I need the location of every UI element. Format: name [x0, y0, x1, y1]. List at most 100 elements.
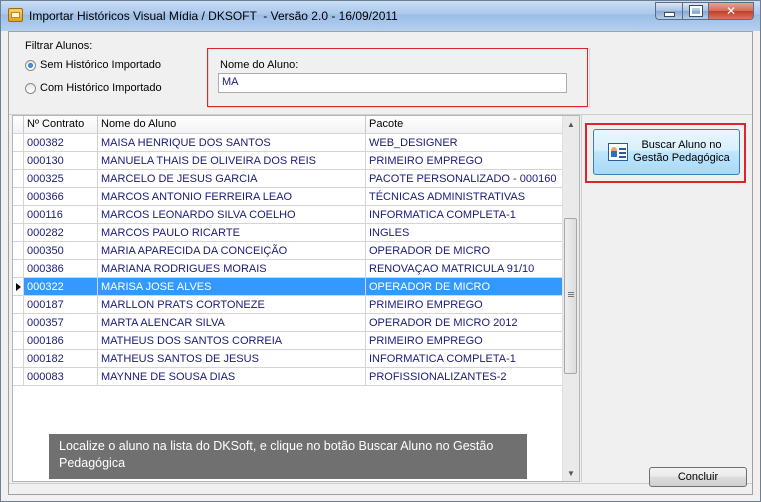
cell-nome[interactable]: MAYNNE DE SOUSA DIAS — [98, 368, 366, 386]
row-indicator — [13, 350, 24, 368]
bottom-divider — [9, 483, 752, 484]
row-indicator — [13, 206, 24, 224]
cell-pacote[interactable]: INFORMATICA COMPLETA-1 — [366, 350, 564, 368]
table-row[interactable]: 000366 MARCOS ANTONIO FERREIRA LEAO TÉCNIC… — [13, 188, 564, 206]
buscar-aluno-label: Buscar Aluno no Gestão Pedagógica — [633, 139, 730, 164]
students-grid[interactable]: Nº Contrato Nome do Aluno Pacote 000382 M… — [12, 115, 580, 482]
cell-pacote[interactable]: PRIMEIRO EMPREGO — [366, 152, 564, 170]
indicator-header — [13, 116, 24, 133]
cell-pacote[interactable]: PRIMEIRO EMPREGO — [366, 332, 564, 350]
cell-pacote[interactable]: WEB_DESIGNER — [366, 134, 564, 152]
cell-nome[interactable]: MARISA JOSE ALVES — [98, 278, 366, 296]
row-indicator — [13, 260, 24, 278]
row-indicator — [13, 224, 24, 242]
grid-scrollbar[interactable]: ▲ ▼ — [562, 116, 579, 481]
cell-pacote[interactable]: RENOVAÇAO MATRICULA 91/10 — [366, 260, 564, 278]
cell-contrato[interactable]: 000350 — [24, 242, 98, 260]
cell-contrato[interactable]: 000382 — [24, 134, 98, 152]
name-search-input[interactable]: MA — [218, 73, 567, 93]
cell-nome[interactable]: MANUELA THAIS DE OLIVEIRA DOS REIS — [98, 152, 366, 170]
scroll-up-arrow-icon[interactable]: ▲ — [563, 116, 579, 132]
table-row[interactable]: 000386 MARIANA RODRIGUES MORAIS RENOVAÇAO … — [13, 260, 564, 278]
row-indicator — [13, 134, 24, 152]
filter-group: Filtrar Alunos: Sem Histórico Importado … — [23, 40, 203, 106]
cell-nome[interactable]: MATHEUS DOS SANTOS CORREIA — [98, 332, 366, 350]
cell-nome[interactable]: MARLLON PRATS CORTONEZE — [98, 296, 366, 314]
instruction-tooltip: Localize o aluno na lista do DKSoft, e c… — [49, 434, 527, 479]
column-header-contrato[interactable]: Nº Contrato — [24, 116, 98, 133]
close-button[interactable]: ✕ — [708, 2, 754, 20]
cell-pacote[interactable]: PRIMEIRO EMPREGO — [366, 296, 564, 314]
cell-pacote[interactable]: INFORMATICA COMPLETA-1 — [366, 206, 564, 224]
cell-nome[interactable]: MARCOS ANTONIO FERREIRA LEAO — [98, 188, 366, 206]
cell-nome[interactable]: MARCELO DE JESUS GARCIA — [98, 170, 366, 188]
cell-pacote[interactable]: OPERADOR DE MICRO — [366, 242, 564, 260]
scroll-thumb[interactable] — [564, 218, 577, 374]
radio-label: Sem Histórico Importado — [40, 59, 162, 71]
cell-contrato[interactable]: 000357 — [24, 314, 98, 332]
radio-label: Com Histórico Importado — [40, 82, 162, 94]
cell-pacote[interactable]: INGLES — [366, 224, 564, 242]
maximize-button[interactable] — [682, 2, 708, 20]
cell-contrato[interactable]: 000386 — [24, 260, 98, 278]
cell-pacote[interactable]: PACOTE PERSONALIZADO - 000160 — [366, 170, 564, 188]
table-row[interactable]: 000186 MATHEUS DOS SANTOS CORREIA PRIMEIRO… — [13, 332, 564, 350]
cell-contrato[interactable]: 000083 — [24, 368, 98, 386]
column-header-pacote[interactable]: Pacote — [366, 116, 564, 133]
cell-pacote[interactable]: TÉCNICAS ADMINISTRATIVAS — [366, 188, 564, 206]
table-row[interactable]: 000083 MAYNNE DE SOUSA DIAS PROFISSIONALIZ… — [13, 368, 564, 386]
column-header-nome[interactable]: Nome do Aluno — [98, 116, 366, 133]
buscar-aluno-button[interactable]: Buscar Aluno no Gestão Pedagógica — [593, 129, 740, 175]
cell-nome[interactable]: MARIA APARECIDA DA CONCEIÇÃO — [98, 242, 366, 260]
table-row[interactable]: 000187 MARLLON PRATS CORTONEZE PRIMEIRO EM… — [13, 296, 564, 314]
minimize-button[interactable] — [655, 2, 682, 20]
scroll-down-arrow-icon[interactable]: ▼ — [563, 465, 579, 481]
title-bar[interactable]: Importar Históricos Visual Mídia / DKSOF… — [1, 1, 760, 31]
row-indicator — [13, 332, 24, 350]
radio-sem-historico[interactable]: Sem Histórico Importado — [25, 59, 161, 71]
row-indicator — [13, 152, 24, 170]
row-indicator — [13, 242, 24, 260]
student-card-icon — [608, 143, 628, 161]
table-row[interactable]: 000130 MANUELA THAIS DE OLIVEIRA DOS REIS… — [13, 152, 564, 170]
table-row[interactable]: 000357 MARTA ALENCAR SILVA OPERADOR DE MIC… — [13, 314, 564, 332]
cell-contrato[interactable]: 000116 — [24, 206, 98, 224]
minimize-icon — [663, 11, 675, 17]
row-indicator — [13, 368, 24, 386]
cell-pacote[interactable]: OPERADOR DE MICRO 2012 — [366, 314, 564, 332]
cell-contrato[interactable]: 000186 — [24, 332, 98, 350]
cell-nome[interactable]: MARCOS PAULO RICARTE — [98, 224, 366, 242]
window-controls: ✕ — [655, 2, 754, 20]
cell-contrato[interactable]: 000130 — [24, 152, 98, 170]
cell-nome[interactable]: MATHEUS SANTOS DE JESUS — [98, 350, 366, 368]
concluir-button[interactable]: Concluir — [649, 467, 747, 487]
table-row[interactable]: 000282 MARCOS PAULO RICARTE INGLES — [13, 224, 564, 242]
cell-contrato[interactable]: 000366 — [24, 188, 98, 206]
app-icon — [8, 8, 23, 22]
client-area: Filtrar Alunos: Sem Histórico Importado … — [8, 31, 753, 495]
cell-contrato[interactable]: 000182 — [24, 350, 98, 368]
row-indicator — [13, 170, 24, 188]
table-row[interactable]: 000350 MARIA APARECIDA DA CONCEIÇÃO OPERAD… — [13, 242, 564, 260]
grid-header: Nº Contrato Nome do Aluno Pacote — [13, 116, 564, 134]
cell-contrato[interactable]: 000325 — [24, 170, 98, 188]
table-row[interactable]: 000322 MARISA JOSE ALVES OPERADOR DE MICRO — [13, 278, 564, 296]
cell-nome[interactable]: MARCOS LEONARDO SILVA COELHO — [98, 206, 366, 224]
row-indicator — [13, 296, 24, 314]
maximize-icon — [688, 5, 703, 17]
cell-pacote[interactable]: PROFISSIONALIZANTES-2 — [366, 368, 564, 386]
radio-checked-icon — [25, 59, 36, 71]
row-indicator — [13, 314, 24, 332]
table-row[interactable]: 000182 MATHEUS SANTOS DE JESUS INFORMATICA… — [13, 350, 564, 368]
cell-nome[interactable]: MARIANA RODRIGUES MORAIS — [98, 260, 366, 278]
radio-com-historico[interactable]: Com Histórico Importado — [25, 82, 162, 94]
cell-nome[interactable]: MAISA HENRIQUE DOS SANTOS — [98, 134, 366, 152]
cell-pacote[interactable]: OPERADOR DE MICRO — [366, 278, 564, 296]
cell-nome[interactable]: MARTA ALENCAR SILVA — [98, 314, 366, 332]
table-row[interactable]: 000116 MARCOS LEONARDO SILVA COELHO INFORM… — [13, 206, 564, 224]
table-row[interactable]: 000382 MAISA HENRIQUE DOS SANTOS WEB_DESIG… — [13, 134, 564, 152]
cell-contrato[interactable]: 000322 — [24, 278, 98, 296]
cell-contrato[interactable]: 000187 — [24, 296, 98, 314]
table-row[interactable]: 000325 MARCELO DE JESUS GARCIA PACOTE PERS… — [13, 170, 564, 188]
cell-contrato[interactable]: 000282 — [24, 224, 98, 242]
